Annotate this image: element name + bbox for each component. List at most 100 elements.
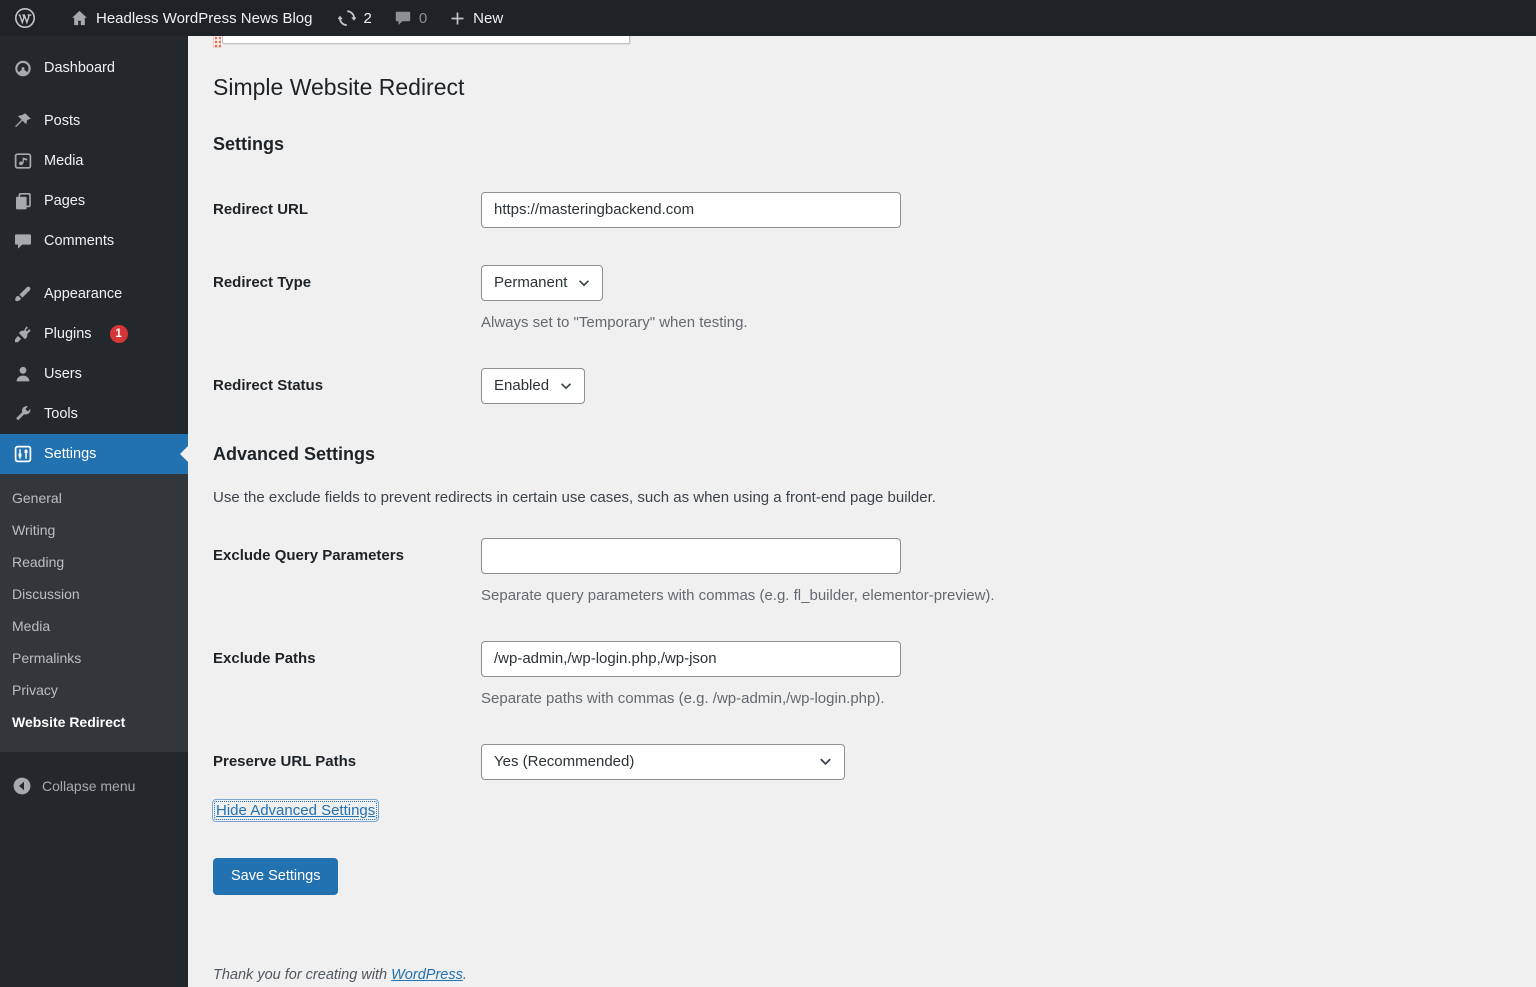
admin-sidebar: Dashboard Posts Media Pages Comments App… (0, 36, 189, 987)
exclude-query-row: Exclude Query Parameters Separate query … (213, 537, 1496, 604)
sidebar-item-label: Pages (44, 193, 86, 209)
tools-wrench-icon (13, 404, 33, 424)
sidebar-item-label: Appearance (44, 286, 123, 302)
sidebar-item-label: Media (44, 153, 84, 169)
exclude-paths-input[interactable] (481, 640, 901, 677)
sidebar-item-appearance[interactable]: Appearance (0, 274, 188, 314)
redirect-status-label: Redirect Status (213, 376, 324, 394)
save-settings-button[interactable]: Save Settings (213, 857, 339, 895)
footer-credit: Thank you for creating with WordPress. (213, 967, 1496, 983)
sidebar-item-media[interactable]: Media (0, 141, 188, 181)
sidebar-item-label: Settings (44, 446, 97, 462)
redirect-type-help: Always set to "Temporary" when testing. (481, 313, 748, 331)
sidebar-item-label: Users (44, 366, 82, 382)
plus-icon (449, 10, 466, 27)
comments-icon (13, 231, 33, 251)
sidebar-item-media-settings[interactable]: Media (0, 610, 188, 642)
redirect-url-input[interactable] (481, 191, 901, 228)
pin-icon (13, 111, 33, 131)
collapse-menu-button[interactable]: Collapse menu (0, 766, 188, 806)
collapse-arrow-icon (12, 776, 32, 796)
sidebar-item-label: Dashboard (44, 60, 115, 76)
comment-bubble-icon (394, 9, 412, 27)
redirect-type-row: Redirect Type Permanent Always set to "T… (213, 264, 1496, 331)
appearance-brush-icon (13, 284, 33, 304)
admin-bar: Headless WordPress News Blog 2 0 New (0, 0, 1536, 36)
sidebar-item-label: Posts (44, 113, 81, 129)
redirect-type-value: Permanent (494, 274, 568, 292)
redirect-status-value: Enabled (494, 377, 550, 395)
sidebar-item-label: Plugins (44, 326, 92, 342)
sidebar-item-tools[interactable]: Tools (0, 394, 188, 434)
wordpress-link[interactable]: WordPress (391, 967, 463, 983)
redirect-url-row: Redirect URL (213, 191, 1496, 228)
sidebar-item-dashboard[interactable]: Dashboard (0, 48, 188, 88)
sidebar-item-writing[interactable]: Writing (0, 514, 188, 546)
sidebar-item-label: Tools (44, 406, 78, 422)
users-icon (13, 364, 33, 384)
exclude-query-help: Separate query parameters with commas (e… (481, 586, 995, 604)
preserve-paths-label: Preserve URL Paths (213, 752, 357, 770)
chevron-down-icon (561, 383, 572, 390)
home-icon (70, 9, 89, 28)
sidebar-item-plugins[interactable]: Plugins 1 (0, 314, 188, 354)
redirect-url-label: Redirect URL (213, 200, 309, 218)
updates-icon (338, 9, 357, 27)
sidebar-item-reading[interactable]: Reading (0, 546, 188, 578)
comments-count: 0 (418, 9, 428, 27)
exclude-paths-label: Exclude Paths (213, 649, 316, 667)
page-title: Simple Website Redirect (213, 74, 465, 100)
sidebar-item-label: Comments (44, 233, 115, 249)
sidebar-item-users[interactable]: Users (0, 354, 188, 394)
admin-menu: Dashboard Posts Media Pages Comments App… (0, 36, 189, 806)
redirect-type-select[interactable]: Permanent (481, 264, 604, 301)
exclude-paths-help: Separate paths with commas (e.g. /wp-adm… (481, 689, 885, 707)
advanced-section-description: Use the exclude fields to prevent redire… (213, 488, 936, 506)
redirect-status-select[interactable]: Enabled (481, 367, 586, 404)
settings-icon (13, 444, 33, 464)
exclude-paths-row: Exclude Paths Separate paths with commas… (213, 640, 1496, 707)
sidebar-item-privacy[interactable]: Privacy (0, 674, 188, 706)
wordpress-logo-icon (14, 7, 36, 29)
comments-indicator[interactable]: 0 (384, 0, 437, 36)
redirect-status-row: Redirect Status Enabled (213, 367, 1496, 404)
exclude-query-input[interactable] (481, 537, 901, 574)
preserve-paths-value: Yes (Recommended) (494, 753, 635, 771)
new-content-menu[interactable]: New (439, 0, 513, 36)
collapse-menu-label: Collapse menu (42, 778, 136, 794)
sidebar-item-comments[interactable]: Comments (0, 221, 188, 261)
settings-submenu: General Writing Reading Discussion Media… (0, 474, 188, 752)
visit-site-link[interactable]: Headless WordPress News Blog (60, 0, 322, 36)
preserve-paths-select[interactable]: Yes (Recommended) (481, 743, 845, 780)
main-content: Simple Website Redirect Settings Redirec… (188, 33, 1536, 987)
advanced-section-heading: Advanced Settings (213, 443, 376, 464)
sidebar-item-permalinks[interactable]: Permalinks (0, 642, 188, 674)
exclude-query-label: Exclude Query Parameters (213, 546, 404, 564)
pages-icon (13, 191, 33, 211)
sidebar-item-website-redirect[interactable]: Website Redirect (0, 706, 188, 738)
sidebar-item-discussion[interactable]: Discussion (0, 578, 188, 610)
site-name: Headless WordPress News Blog (96, 9, 313, 27)
hide-advanced-settings-link[interactable]: Hide Advanced Settings (213, 800, 378, 821)
footer-suffix: . (462, 966, 467, 983)
preserve-paths-row: Preserve URL Paths Yes (Recommended) (213, 743, 1496, 780)
new-label: New (473, 9, 504, 27)
settings-section-heading: Settings (213, 133, 285, 154)
drag-handle-fragment (213, 35, 221, 48)
menu-separator (0, 88, 188, 101)
sidebar-item-pages[interactable]: Pages (0, 181, 188, 221)
sidebar-item-posts[interactable]: Posts (0, 101, 188, 141)
plugins-icon (13, 324, 33, 344)
sidebar-item-settings[interactable]: Settings (0, 434, 189, 474)
plugins-update-badge: 1 (109, 325, 128, 343)
media-icon (13, 151, 33, 171)
sidebar-item-general[interactable]: General (0, 482, 188, 514)
wordpress-menu[interactable] (12, 0, 46, 36)
chevron-down-icon (820, 758, 831, 766)
updates-indicator[interactable]: 2 (328, 0, 381, 36)
menu-separator (0, 261, 188, 274)
dashboard-icon (13, 58, 33, 78)
updates-count: 2 (363, 9, 372, 27)
chevron-down-icon (579, 280, 590, 287)
redirect-type-label: Redirect Type (213, 273, 312, 291)
